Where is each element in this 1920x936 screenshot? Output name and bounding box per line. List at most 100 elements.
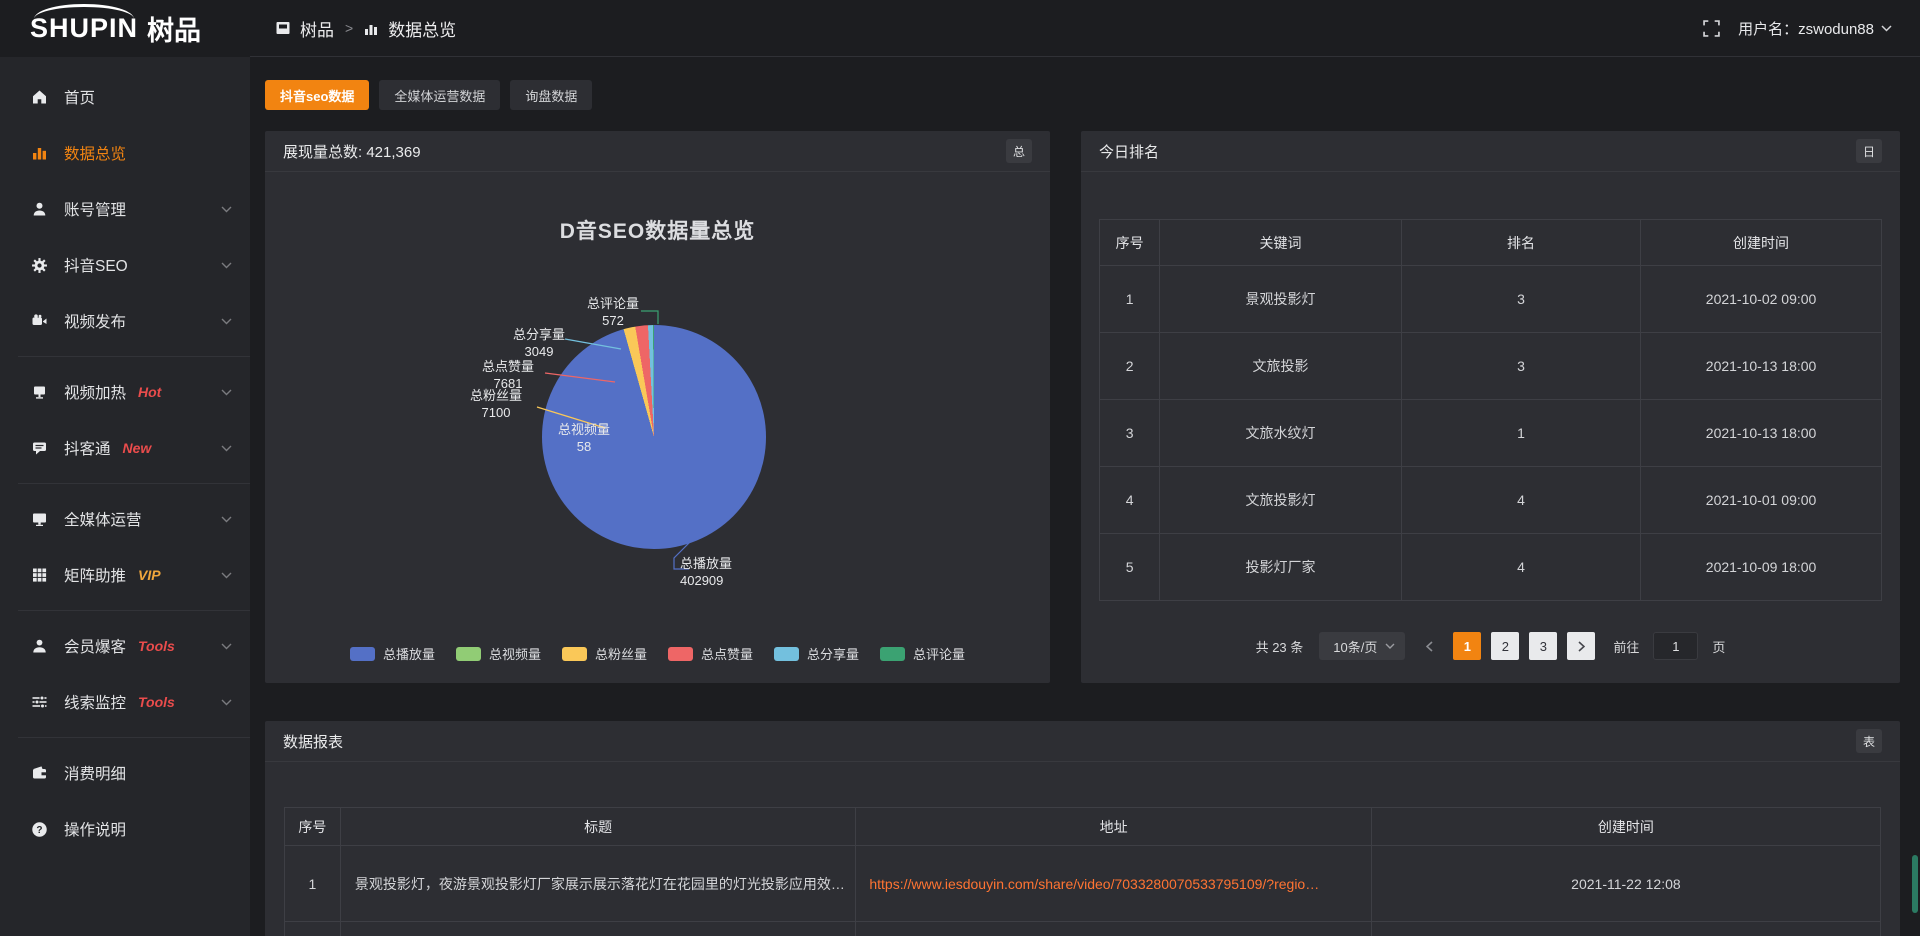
legend-swatch [880, 647, 905, 661]
pie-label-comments: 总评论量572 [568, 295, 658, 329]
svg-text:?: ? [36, 825, 42, 836]
daily-mode-button[interactable]: 日 [1856, 139, 1882, 163]
total-mode-button[interactable]: 总 [1006, 139, 1032, 163]
sidebar-item-label: 视频加热 [64, 381, 126, 403]
sidebar-item-label: 数据总览 [64, 142, 126, 164]
app-square-icon [275, 20, 291, 36]
breadcrumb-root[interactable]: 树品 [300, 16, 334, 41]
col-rank: 排名 [1401, 220, 1640, 266]
breadcrumb-current: 数据总览 [388, 16, 456, 41]
goto-label: 前往 [1613, 637, 1639, 656]
legend-item-likes[interactable]: 总点赞量 [668, 644, 753, 663]
monitor-icon [30, 511, 49, 528]
page-size-select[interactable]: 10条/页 [1319, 632, 1405, 660]
tab-omnimedia-data[interactable]: 全媒体运营数据 [379, 80, 500, 110]
sidebar-item-member-burst[interactable]: 会员爆客 Tools [0, 618, 250, 674]
topbar: SHUPIN 树品 树品 > 数据总览 用户名：zswodun88 [0, 0, 1920, 57]
sidebar-item-account[interactable]: 账号管理 [0, 181, 250, 237]
chevron-down-icon [221, 516, 232, 523]
legend-item-shares[interactable]: 总分享量 [774, 644, 859, 663]
col-index: 序号 [1100, 220, 1160, 266]
chat-bubble-icon [30, 440, 49, 457]
legend-item-comments[interactable]: 总评论量 [880, 644, 965, 663]
sidebar-item-label: 抖客通 [64, 437, 111, 459]
tab-inquiry-data[interactable]: 询盘数据 [510, 80, 592, 110]
pie-label-videos: 总视频量58 [539, 421, 629, 455]
pie-label-plays: 总播放量402909 [674, 555, 764, 589]
table-row: 5投影灯厂家42021-10-09 18:00 [1100, 534, 1882, 601]
col-index: 序号 [285, 808, 341, 846]
sidebar-item-spend-detail[interactable]: 消费明细 [0, 745, 250, 801]
today-ranking-panel: 今日排名 日 序号 关键词 排名 创建时间 [1081, 131, 1900, 683]
hot-badge: Hot [138, 384, 161, 400]
sidebar-item-home[interactable]: 首页 [0, 69, 250, 125]
chevron-down-icon [221, 643, 232, 650]
app-logo[interactable]: SHUPIN 树品 [0, 0, 250, 57]
ranking-table: 序号 关键词 排名 创建时间 1景观投影灯32021-10-02 09:00 [1099, 219, 1882, 601]
page-button-2[interactable]: 2 [1491, 632, 1519, 660]
chevron-left-icon [1426, 641, 1433, 652]
legend-item-videos[interactable]: 总视频量 [456, 644, 541, 663]
video-url-link[interactable]: https://www.iesdouyin.com/share/video/70… [869, 876, 1319, 892]
sidebar-item-douyin-seo[interactable]: 抖音SEO [0, 237, 250, 293]
legend-swatch [350, 647, 375, 661]
topbar-right-section: 树品 > 数据总览 用户名：zswodun88 [250, 0, 1920, 57]
chevron-down-icon [221, 262, 232, 269]
table-row: 1景观投影灯32021-10-02 09:00 [1100, 266, 1882, 333]
sidebar-item-label: 线索监控 [64, 691, 126, 713]
table-row: 1 景观投影灯，夜游景观投影灯厂家展示展示落花灯在花园里的灯光投影应用效果 # … [285, 846, 1881, 922]
legend-item-plays[interactable]: 总播放量 [350, 644, 435, 663]
table-header-row: 序号 标题 地址 创建时间 [285, 808, 1881, 846]
sidebar-item-help[interactable]: ? 操作说明 [0, 801, 250, 857]
chevron-down-icon [221, 206, 232, 213]
member-icon [30, 638, 49, 655]
data-source-tabs: 抖音seo数据 全媒体运营数据 询盘数据 [265, 80, 1900, 110]
legend-item-fans[interactable]: 总粉丝量 [562, 644, 647, 663]
legend-swatch [668, 647, 693, 661]
scrollbar-thumb[interactable] [1912, 855, 1918, 913]
page-button-3[interactable]: 3 [1529, 632, 1557, 660]
sidebar-item-lead-monitor[interactable]: 线索监控 Tools [0, 674, 250, 730]
sidebar-divider [18, 610, 250, 611]
sidebar-item-label: 会员爆客 [64, 635, 126, 657]
table-row: 2文旅投影32021-10-13 18:00 [1100, 333, 1882, 400]
chevron-down-icon [221, 318, 232, 325]
sidebar-item-label: 账号管理 [64, 198, 126, 220]
sidebar-item-label: 抖音SEO [64, 254, 128, 276]
grid-icon [30, 567, 49, 584]
fullscreen-icon[interactable] [1703, 20, 1720, 37]
sidebar-item-doukotong[interactable]: 抖客通 New [0, 420, 250, 476]
user-menu[interactable]: 用户名：zswodun88 [1738, 18, 1892, 39]
chevron-down-icon [221, 445, 232, 452]
next-page-button[interactable] [1567, 632, 1595, 660]
sidebar-item-omnimedia[interactable]: 全媒体运营 [0, 491, 250, 547]
goto-page-input[interactable] [1653, 632, 1698, 660]
ranking-panel-title: 今日排名 [1099, 141, 1159, 162]
sidebar-item-matrix-boost[interactable]: 矩阵助推 VIP [0, 547, 250, 603]
username-text: 用户名：zswodun88 [1738, 18, 1874, 39]
app-window: SHUPIN 树品 树品 > 数据总览 用户名：zswodun88 [0, 0, 1920, 936]
data-report-panel: 数据报表 表 序号 标题 地址 创建时间 [265, 721, 1900, 936]
sidebar-item-data-overview[interactable]: 数据总览 [0, 125, 250, 181]
report-table: 序号 标题 地址 创建时间 1 景观投影灯，夜游景观投影灯厂家展示展示落花灯在花… [284, 807, 1881, 936]
sidebar: 首页 数据总览 账号管理 抖音SEO 视频发布 [0, 57, 250, 936]
new-badge: New [123, 440, 152, 456]
sidebar-item-label: 操作说明 [64, 818, 126, 840]
col-keyword: 关键词 [1160, 220, 1402, 266]
gear-icon [30, 257, 49, 274]
mini-bar-chart-icon [364, 21, 379, 36]
chevron-down-icon [221, 389, 232, 396]
prev-page-button[interactable] [1415, 632, 1443, 660]
sidebar-item-video-heat[interactable]: 视频加热 Hot [0, 364, 250, 420]
table-mode-button[interactable]: 表 [1856, 729, 1882, 753]
table-row: 4文旅投影灯42021-10-01 09:00 [1100, 467, 1882, 534]
sidebar-item-label: 视频发布 [64, 310, 126, 332]
sidebar-item-label: 全媒体运营 [64, 508, 142, 530]
legend-swatch [562, 647, 587, 661]
tab-douyin-seo-data[interactable]: 抖音seo数据 [265, 80, 369, 110]
table-row: 3文旅水纹灯12021-10-13 18:00 [1100, 400, 1882, 467]
pagination: 共 23 条 10条/页 1 2 3 [1081, 632, 1900, 660]
page-button-1[interactable]: 1 [1453, 632, 1481, 660]
sidebar-item-video-publish[interactable]: 视频发布 [0, 293, 250, 349]
question-icon: ? [30, 821, 49, 838]
